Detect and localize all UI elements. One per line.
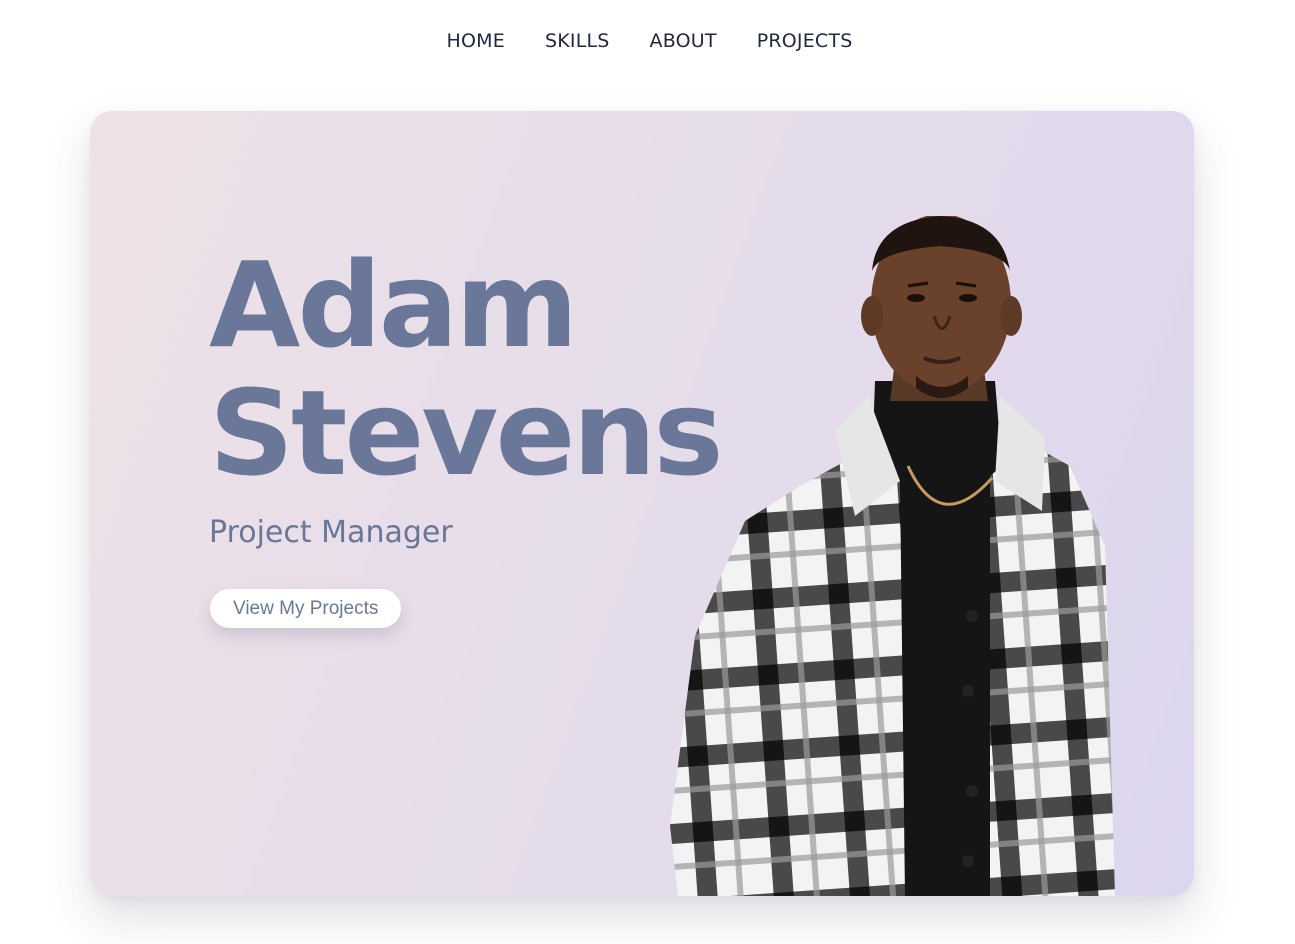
nav-link-skills[interactable]: SKILLS: [545, 26, 610, 56]
hero-name: Adam Stevens: [209, 236, 724, 502]
top-nav: HOME SKILLS ABOUT PROJECTS: [0, 26, 1295, 56]
hero-role: Project Manager: [209, 515, 453, 550]
nav-link-projects[interactable]: PROJECTS: [757, 26, 853, 56]
nav-link-home[interactable]: HOME: [447, 26, 505, 56]
hero-last-name: Stevens: [209, 364, 724, 502]
hero-first-name: Adam: [209, 236, 578, 374]
portrait-image: [670, 216, 1115, 896]
hero-card: Adam Stevens Project Manager View My Pro…: [90, 111, 1194, 896]
view-projects-button[interactable]: View My Projects: [210, 589, 402, 628]
nav-link-about[interactable]: ABOUT: [650, 26, 717, 56]
jacket-shape: [670, 416, 1115, 896]
